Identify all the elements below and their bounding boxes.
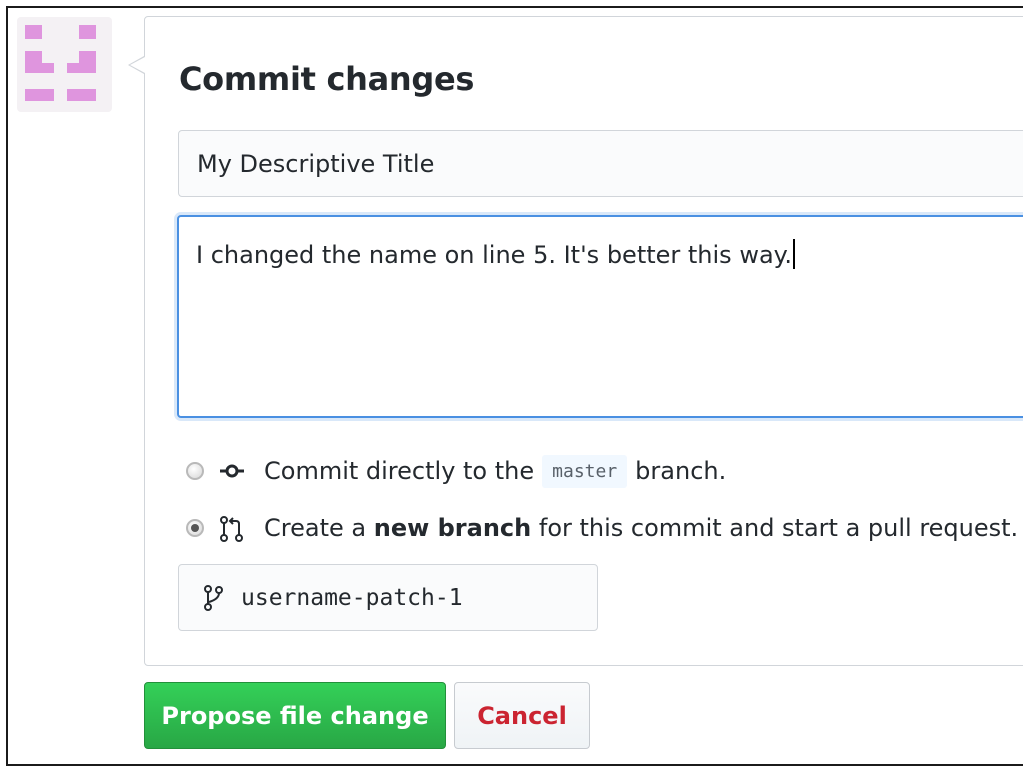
git-commit-icon: [218, 459, 246, 483]
create-branch-label-bold: new branch: [373, 514, 532, 542]
commit-direct-label-end: branch.: [635, 457, 727, 485]
avatar: [17, 17, 112, 112]
cancel-button[interactable]: Cancel: [454, 682, 590, 749]
commit-title-input[interactable]: [178, 130, 1023, 197]
branch-name-value: username-patch-1: [241, 584, 463, 611]
git-branch-icon: [203, 584, 223, 611]
commit-heading: Commit changes: [179, 60, 475, 98]
create-branch-label: Create a: [264, 514, 367, 542]
text-cursor: [793, 239, 796, 269]
branch-name-input[interactable]: username-patch-1: [178, 564, 598, 631]
commit-description-text: I changed the name on line 5. It's bette…: [196, 241, 793, 269]
branch-code-master: master: [542, 454, 628, 488]
commit-description-input[interactable]: I changed the name on line 5. It's bette…: [177, 215, 1023, 418]
create-branch-radio[interactable]: [186, 519, 204, 537]
commit-direct-label: Commit directly to the: [264, 457, 535, 485]
propose-file-change-button[interactable]: Propose file change: [144, 682, 446, 749]
create-branch-label-end: for this commit and start a pull request…: [538, 514, 1019, 542]
git-pull-request-icon: [218, 516, 246, 542]
commit-direct-radio[interactable]: [186, 462, 204, 480]
commit-direct-option[interactable]: Commit directly to the master branch.: [186, 454, 726, 488]
create-branch-option[interactable]: Create a new branch for this commit and …: [186, 511, 1018, 545]
